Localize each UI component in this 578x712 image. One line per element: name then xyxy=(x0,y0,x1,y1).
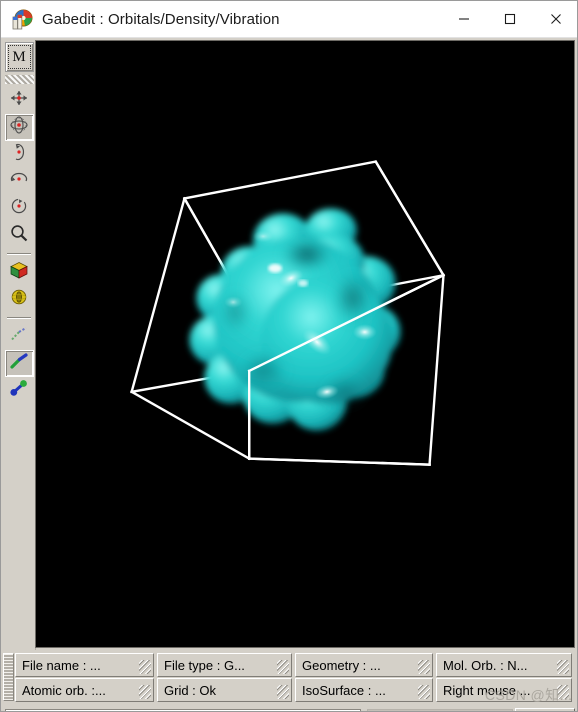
translate-tool[interactable] xyxy=(5,87,34,114)
orbital-sphere-tool[interactable] xyxy=(5,286,34,313)
gabedit-window: Gabedit : Orbitals/Density/Vibration M F… xyxy=(0,0,578,712)
resize-grip-icon[interactable] xyxy=(418,685,430,699)
rotate-xy-icon xyxy=(8,115,30,140)
measure-button[interactable]: M xyxy=(4,42,34,72)
rotate-spin-tool[interactable] xyxy=(5,195,34,222)
magnifier-icon xyxy=(8,223,30,248)
toolbar-separator xyxy=(7,253,31,255)
status-mol-orb[interactable]: Mol. Orb. : N... xyxy=(436,653,572,677)
zoom-tool[interactable] xyxy=(5,222,34,249)
status-row-1: File name : ... File type : G... Geometr… xyxy=(15,653,575,677)
colored-cube-icon xyxy=(8,260,30,285)
resize-grip-icon[interactable] xyxy=(557,685,569,699)
rotate-horizontal-icon xyxy=(8,169,30,194)
minimize-button[interactable] xyxy=(441,1,487,38)
title-bar[interactable]: Gabedit : Orbitals/Density/Vibration xyxy=(1,1,577,38)
maximize-button[interactable] xyxy=(487,1,533,38)
rotate-spin-icon xyxy=(8,196,30,221)
dashed-line-icon xyxy=(8,324,30,349)
status-right-mouse[interactable]: Right mouse ... xyxy=(436,678,572,702)
ball-stick-icon xyxy=(8,378,30,403)
rotate-horizontal-tool[interactable] xyxy=(5,168,34,195)
window-body: M File name: ... File type: G... Geome… xyxy=(1,38,577,711)
status-file-type-label: File type : G... xyxy=(164,657,245,673)
window-title: Gabedit : Orbitals/Density/Vibration xyxy=(42,10,280,28)
rotate-xy-tool[interactable] xyxy=(4,114,34,141)
bottom-bar: Cancel xyxy=(3,706,577,711)
status-mol-orb-label: Mol. Orb. : N... xyxy=(443,657,528,673)
isosurface-render[interactable] xyxy=(36,41,574,647)
status-file-name[interactable]: File name : ... xyxy=(15,653,154,677)
status-atomic-orb[interactable]: Atomic orb. :... xyxy=(15,678,154,702)
yellow-orbital-icon xyxy=(8,287,30,312)
status-file-type[interactable]: File type : G... xyxy=(157,653,292,677)
window-controls xyxy=(441,1,577,38)
resize-grip-icon[interactable] xyxy=(277,660,289,674)
left-toolbar: M xyxy=(3,40,36,650)
resize-grip-icon[interactable] xyxy=(557,660,569,674)
rotate-z-tool[interactable] xyxy=(5,141,34,168)
resize-grip-icon[interactable] xyxy=(139,660,151,674)
solid-bond-tool[interactable] xyxy=(4,350,34,377)
status-geometry[interactable]: Geometry : ... xyxy=(295,653,433,677)
rotate-z-icon xyxy=(8,142,30,167)
molecule-viewport[interactable] xyxy=(35,40,575,648)
status-grid[interactable]: Grid : Ok xyxy=(157,678,292,702)
resize-grip-icon[interactable] xyxy=(418,660,430,674)
cancel-button[interactable]: Cancel xyxy=(515,708,575,711)
status-file-name-label: File name : ... xyxy=(22,657,101,673)
status-grid-handle[interactable] xyxy=(3,653,14,701)
solid-line-icon xyxy=(8,351,30,376)
gabedit-palette-icon xyxy=(11,8,33,30)
status-atomic-orb-label: Atomic orb. :... xyxy=(22,682,106,698)
atom-bond-tool[interactable] xyxy=(5,377,34,404)
status-grid-label: Grid : Ok xyxy=(164,682,217,698)
status-row-2: Atomic orb. :... Grid : Ok IsoSurface : … xyxy=(15,678,575,702)
focus-ring xyxy=(7,45,31,69)
toolbar-drag-handle[interactable] xyxy=(4,75,34,84)
resize-grip-icon[interactable] xyxy=(277,685,289,699)
toolbar-separator-2 xyxy=(7,317,31,319)
dashed-bond-tool[interactable] xyxy=(5,323,34,350)
status-geometry-label: Geometry : ... xyxy=(302,657,381,673)
close-button[interactable] xyxy=(533,1,577,38)
status-bar-grid: File name : ... File type : G... Geometr… xyxy=(3,653,577,703)
resize-grip-icon[interactable] xyxy=(139,685,151,699)
status-right-mouse-label: Right mouse ... xyxy=(443,682,531,698)
status-isosurface-label: IsoSurface : ... xyxy=(302,682,386,698)
cube-surface-tool[interactable] xyxy=(5,259,34,286)
move-arrows-icon xyxy=(8,88,30,113)
status-isosurface[interactable]: IsoSurface : ... xyxy=(295,678,433,702)
